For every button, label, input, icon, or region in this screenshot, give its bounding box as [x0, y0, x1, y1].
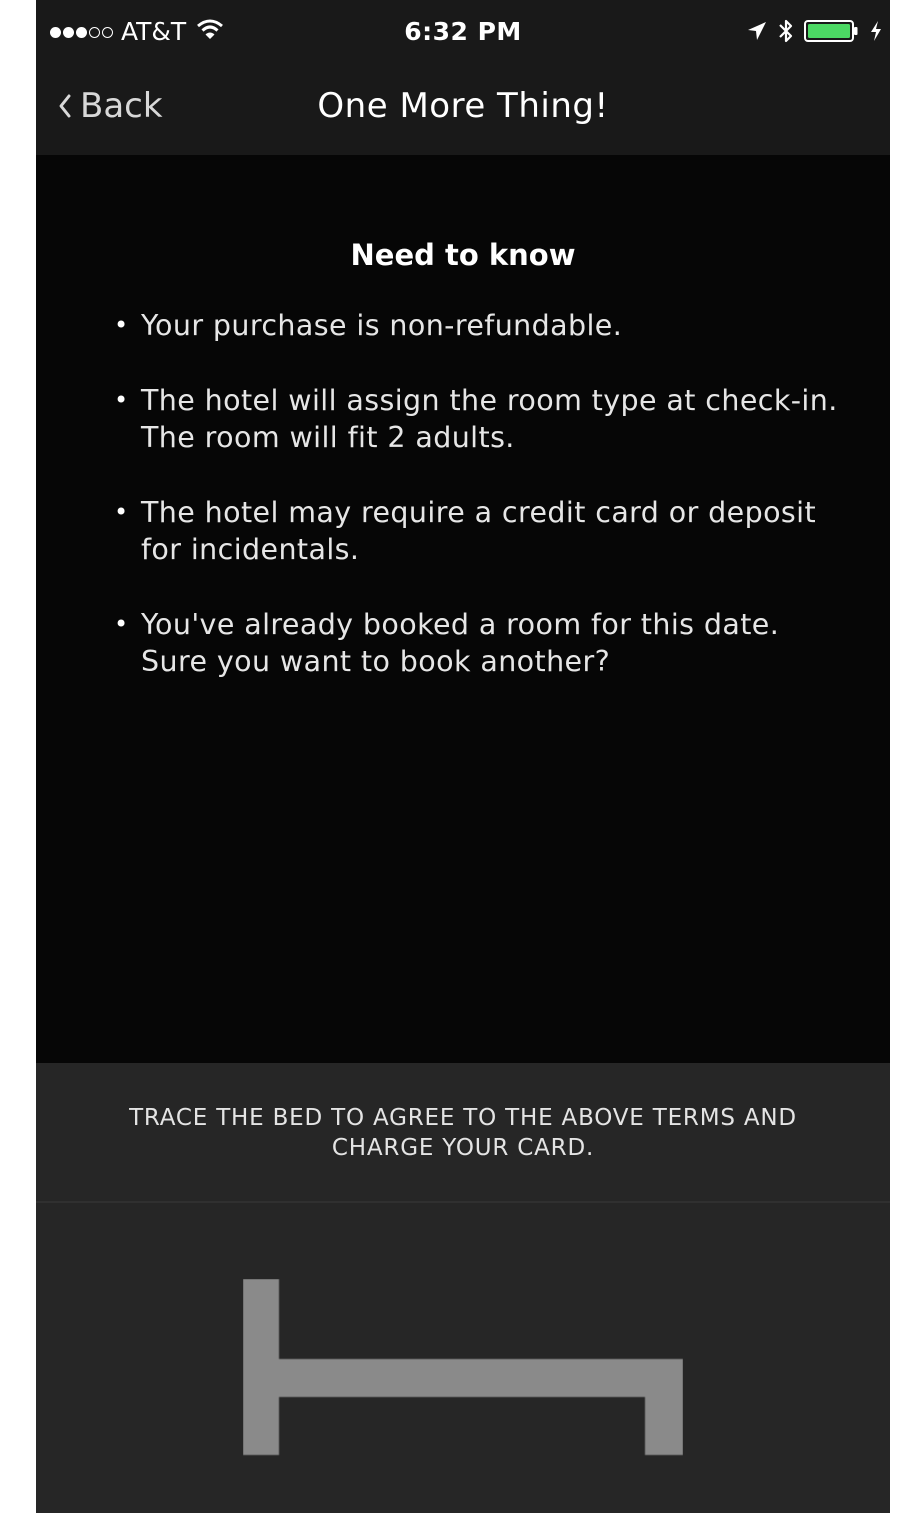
instruction-banner: TRACE THE BED TO AGREE TO THE ABOVE TERM… — [36, 1063, 890, 1201]
list-item: • The hotel may require a credit card or… — [114, 494, 854, 568]
navigation-bar: Back One More Thing! — [36, 64, 890, 155]
status-right-icons — [736, 18, 882, 44]
bluetooth-icon — [778, 18, 794, 44]
bed-outline-icon[interactable] — [243, 1279, 683, 1461]
trace-instruction: TRACE THE BED TO AGREE TO THE ABOVE TERM… — [129, 1105, 797, 1161]
bed-trace-area[interactable] — [36, 1203, 890, 1513]
page-title: One More Thing! — [317, 86, 609, 126]
list-item: • Your purchase is non-refundable. — [114, 307, 854, 344]
charging-bolt-icon — [870, 20, 882, 42]
battery-icon — [804, 20, 860, 42]
app-screen: AT&T 6:32 PM Back One More Thing! Need t… — [36, 0, 890, 1513]
list-item: • You've already booked a room for this … — [114, 606, 854, 680]
section-heading: Need to know — [350, 238, 576, 272]
bullet-icon: • — [114, 311, 129, 339]
terms-content: Need to know • Your purchase is non-refu… — [36, 155, 890, 1063]
term-text: The hotel may require a credit card or d… — [141, 496, 817, 566]
term-text: Your purchase is non-refundable. — [141, 309, 623, 342]
top-chrome: AT&T 6:32 PM Back One More Thing! — [36, 0, 890, 155]
bullet-icon: • — [114, 386, 129, 414]
term-text: You've already booked a room for this da… — [141, 608, 780, 678]
list-item: • The hotel will assign the room type at… — [114, 382, 854, 456]
bullet-icon: • — [114, 610, 129, 638]
location-arrow-icon — [746, 20, 768, 42]
bullet-icon: • — [114, 498, 129, 526]
term-text: The hotel will assign the room type at c… — [141, 384, 838, 454]
terms-list: • Your purchase is non-refundable. • The… — [114, 307, 854, 718]
status-bar: AT&T 6:32 PM — [36, 0, 890, 64]
